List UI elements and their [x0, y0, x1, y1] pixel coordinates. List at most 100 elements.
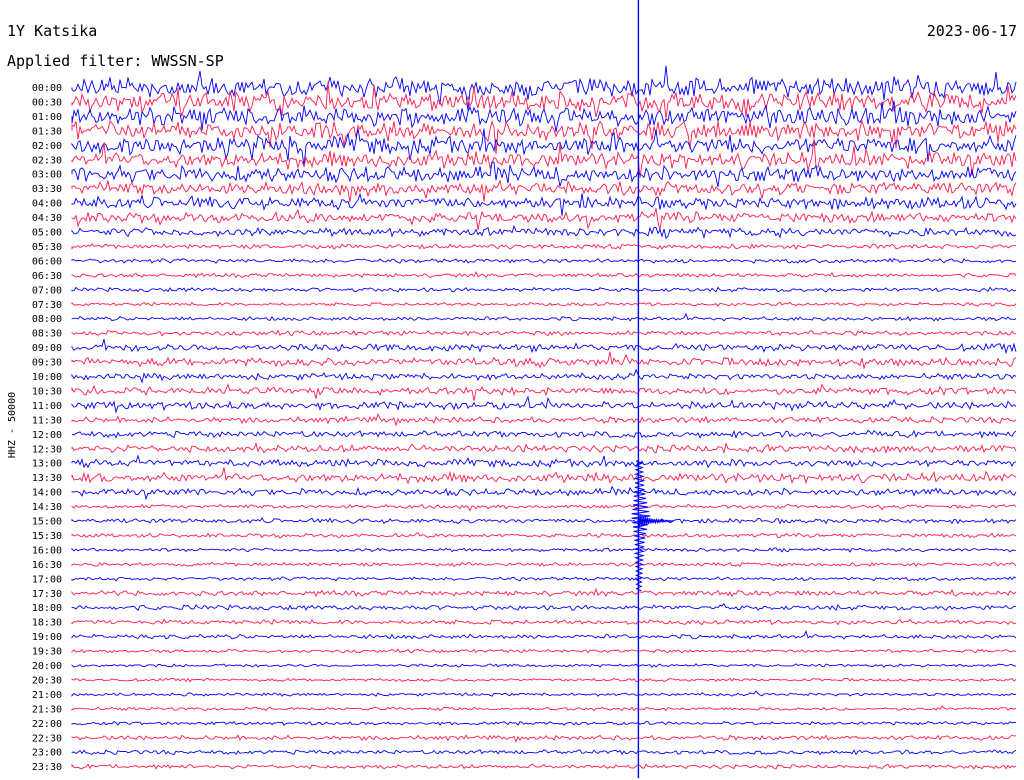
tick-label: 23:30 [32, 762, 62, 773]
tick-label: 13:00 [32, 459, 62, 470]
trace-2000 [71, 663, 1017, 669]
trace-1000 [71, 368, 1017, 384]
tick-label: 12:00 [32, 430, 62, 441]
tick-label: 06:30 [32, 271, 62, 282]
tick-label: 01:30 [32, 126, 62, 137]
trace-0330 [71, 179, 1017, 203]
trace-2030 [71, 677, 1017, 683]
tick-label: 08:30 [32, 329, 62, 340]
tick-label: 10:30 [32, 386, 62, 397]
tick-label: 04:30 [32, 213, 62, 224]
tick-label: 14:30 [32, 502, 62, 513]
tick-label: 16:00 [32, 545, 62, 556]
tick-label: 07:00 [32, 285, 62, 296]
trace-0200 [71, 128, 1017, 167]
tick-label: 04:00 [32, 199, 62, 210]
tick-label: 13:30 [32, 473, 62, 484]
trace-0700 [71, 286, 1017, 293]
trace-0000 [71, 65, 1017, 111]
trace-2200 [71, 720, 1017, 726]
trace-0230 [71, 138, 1017, 178]
trace-0630 [71, 271, 1017, 279]
trace-0500 [71, 224, 1017, 240]
tick-label: 03:00 [32, 170, 62, 181]
trace-0830 [71, 329, 1017, 337]
tick-label: 20:00 [32, 661, 62, 672]
tick-label: 11:30 [32, 415, 62, 426]
trace-0800 [71, 312, 1017, 322]
tick-label: 05:30 [32, 242, 62, 253]
trace-1400 [71, 485, 1017, 501]
trace-1130 [71, 412, 1017, 427]
tick-label: 05:00 [32, 228, 62, 239]
trace-1200 [71, 429, 1017, 439]
date-label: 2023-06-17 [927, 22, 1017, 40]
trace-1300 [71, 454, 1017, 469]
tick-label: 17:00 [32, 574, 62, 585]
filter-label: Applied filter: WWSSN-SP [7, 52, 224, 70]
trace-0600 [71, 257, 1017, 264]
tick-label: 08:00 [32, 314, 62, 325]
trace-1430 [71, 503, 1017, 512]
trace-1030 [71, 383, 1017, 401]
helicorder-chart: 00:00 00:30 01:00 01:30 02:00 02:30 03:00 03:30… [7, 0, 1017, 778]
tick-label: 09:00 [32, 343, 62, 354]
station-title: 1Y Katsika [7, 22, 97, 40]
tick-label: 22:00 [32, 719, 62, 730]
trace-1700 [71, 576, 1017, 582]
trace-0930 [71, 351, 1017, 370]
trace-1730 [71, 587, 1017, 598]
trace-1230 [71, 442, 1017, 455]
trace-1600 [71, 547, 1017, 553]
trace-0900 [71, 338, 1017, 355]
tick-label: 23:00 [32, 748, 62, 759]
tick-label: 18:00 [32, 603, 62, 614]
trace-0430 [71, 207, 1017, 231]
trace-0130 [71, 119, 1017, 155]
trace-1930 [71, 648, 1017, 654]
tick-label: 16:30 [32, 560, 62, 571]
trace-1330 [71, 467, 1017, 485]
tick-label: 15:00 [32, 517, 62, 528]
tick-label: 11:00 [32, 401, 62, 412]
tick-label: 06:00 [32, 256, 62, 267]
trace-0400 [71, 192, 1017, 216]
trace-0730 [71, 301, 1017, 307]
trace-1630 [71, 561, 1017, 568]
tick-label: 18:30 [32, 618, 62, 629]
trace-1530 [71, 531, 1017, 539]
trace-1500 [71, 517, 1017, 525]
tick-label: 00:00 [32, 83, 62, 94]
trace-1100 [71, 395, 1017, 414]
trace-1800 [71, 603, 1017, 611]
trace-2130 [71, 705, 1017, 712]
tick-label: 17:30 [32, 589, 62, 600]
trace-2300 [71, 749, 1017, 756]
tick-label: 07:30 [32, 300, 62, 311]
trace-0530 [71, 243, 1017, 250]
trace-2100 [71, 690, 1017, 697]
tick-label: 15:30 [32, 531, 62, 542]
tick-label: 09:30 [32, 358, 62, 369]
trace-2330 [71, 763, 1017, 770]
tick-label: 03:30 [32, 184, 62, 195]
tick-label: 02:00 [32, 141, 62, 152]
tick-label: 14:00 [32, 488, 62, 499]
tick-label: 22:30 [32, 733, 62, 744]
tick-label: 12:30 [32, 444, 62, 455]
tick-label: 10:00 [32, 372, 62, 383]
tick-label: 19:00 [32, 632, 62, 643]
trace-1830 [71, 618, 1017, 626]
tick-label: 19:30 [32, 647, 62, 658]
tick-label: 21:30 [32, 704, 62, 715]
channel-axis-label: HHZ - 50000 [7, 392, 18, 458]
tick-label: 02:30 [32, 155, 62, 166]
tick-label: 20:30 [32, 675, 62, 686]
trace-1900 [71, 630, 1017, 640]
tick-label: 00:30 [32, 98, 62, 109]
tick-label: 01:00 [32, 112, 62, 123]
tick-label: 21:00 [32, 690, 62, 701]
trace-layer [71, 65, 1017, 770]
trace-2230 [71, 734, 1017, 744]
time-tick-labels: 00:00 00:30 01:00 01:30 02:00 02:30 03:00 03:30… [32, 83, 62, 773]
